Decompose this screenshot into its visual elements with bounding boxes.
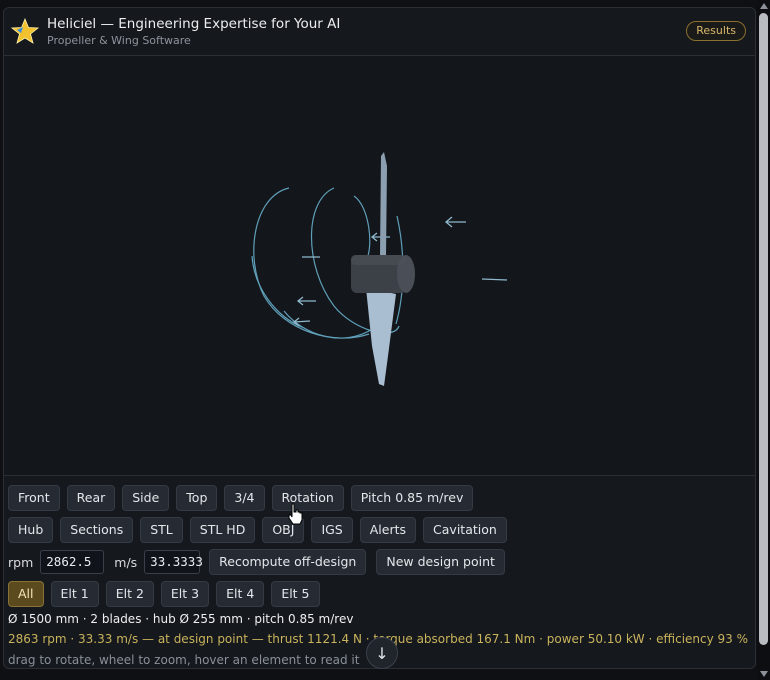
element-4-button[interactable]: Elt 4: [216, 581, 265, 607]
rpm-input[interactable]: 2862.5: [40, 550, 105, 574]
app-title: Heliciel — Engineering Expertise for You…: [47, 16, 341, 32]
element-2-button[interactable]: Elt 2: [105, 581, 154, 607]
propeller-hub: [351, 255, 415, 293]
rotation-button[interactable]: Rotation: [271, 485, 344, 511]
mouse-pointer-icon: [288, 503, 303, 525]
recompute-off-design-button[interactable]: Recompute off-design: [209, 549, 367, 575]
upper-blade: [380, 152, 387, 266]
results-button[interactable]: Results: [686, 21, 746, 41]
pitch-button[interactable]: Pitch 0.85 m/rev: [350, 485, 474, 511]
alerts-button[interactable]: Alerts: [359, 517, 417, 543]
operating-point-row: rpm 2862.5 m/s 33.3333 Recompute off-des…: [8, 549, 505, 575]
stl-hd-button[interactable]: STL HD: [189, 517, 256, 543]
view-side-button[interactable]: Side: [122, 485, 170, 511]
element-buttons-row: All Elt 1 Elt 2 Elt 3 Elt 4 Elt 5: [8, 581, 320, 607]
view-buttons-row: Front Rear Side Top 3/4 Rotation Pitch 0…: [8, 485, 474, 511]
view-rear-button[interactable]: Rear: [66, 485, 116, 511]
sections-button[interactable]: Sections: [60, 517, 134, 543]
cavitation-button[interactable]: Cavitation: [423, 517, 507, 543]
geometry-summary: Ø 1500 mm · 2 blades · hub Ø 255 mm · pi…: [8, 612, 354, 626]
stl-button[interactable]: STL: [140, 517, 183, 543]
element-3-button[interactable]: Elt 3: [160, 581, 210, 607]
element-5-button[interactable]: Elt 5: [271, 581, 320, 607]
scroll-down-arrow-icon[interactable]: [760, 671, 768, 677]
new-design-point-button[interactable]: New design point: [376, 549, 505, 575]
igs-button[interactable]: IGS: [311, 517, 353, 543]
view-front-button[interactable]: Front: [8, 485, 60, 511]
element-all-button[interactable]: All: [8, 581, 44, 607]
speed-unit-label: m/s: [114, 554, 138, 570]
view-top-button[interactable]: Top: [176, 485, 218, 511]
lower-blade: [366, 288, 396, 386]
export-buttons-row: Hub Sections STL STL HD OBJ IGS Alerts C…: [8, 517, 507, 543]
scroll-up-arrow-icon[interactable]: [760, 3, 768, 9]
scroll-down-button[interactable]: ↓: [366, 637, 398, 669]
app-subtitle: Propeller & Wing Software: [47, 34, 191, 47]
vertical-scrollbar[interactable]: [757, 0, 770, 680]
star-logo-icon: [11, 18, 39, 44]
arrow-down-icon: ↓: [375, 643, 389, 663]
propeller-3d-viewport[interactable]: [4, 56, 755, 476]
view-three-quarter-button[interactable]: 3/4: [224, 485, 265, 511]
interaction-hint: drag to rotate, wheel to zoom, hover an …: [8, 653, 360, 667]
header: Heliciel — Engineering Expertise for You…: [4, 8, 755, 56]
element-1-button[interactable]: Elt 1: [50, 581, 99, 607]
hub-button[interactable]: Hub: [8, 517, 54, 543]
rpm-label: rpm: [8, 554, 34, 570]
scrollbar-thumb[interactable]: [759, 13, 768, 645]
speed-input[interactable]: 33.3333: [144, 550, 203, 574]
